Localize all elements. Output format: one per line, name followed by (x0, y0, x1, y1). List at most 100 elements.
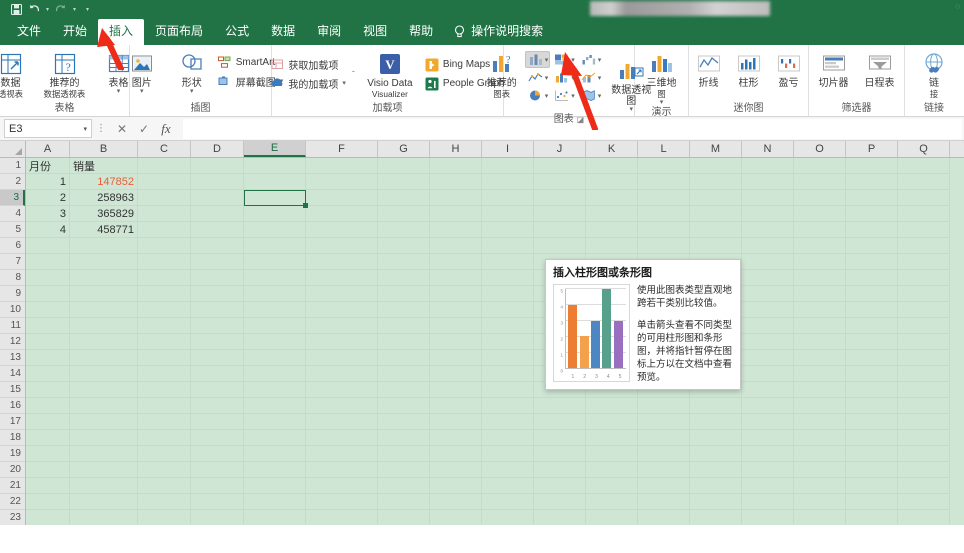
redo-dropdown-caret[interactable]: ▾ (71, 6, 78, 13)
tab-formulas[interactable]: 公式 (214, 19, 260, 45)
pie-chart-caret-icon[interactable]: ▾ (545, 92, 549, 100)
cell-C20[interactable] (138, 462, 191, 478)
cell-G15[interactable] (378, 382, 430, 398)
column-header-c[interactable]: C (138, 141, 191, 157)
cell-J16[interactable] (534, 398, 586, 414)
cell-F3[interactable] (306, 190, 378, 206)
cell-L1[interactable] (638, 158, 690, 174)
cell-O16[interactable] (794, 398, 846, 414)
row-header-10[interactable]: 10 (0, 302, 25, 318)
cell-F6[interactable] (306, 238, 378, 254)
cell-H7[interactable] (430, 254, 482, 270)
cell-P13[interactable] (846, 350, 898, 366)
redo-icon[interactable] (53, 2, 69, 17)
cell-L21[interactable] (638, 478, 690, 494)
cell-I1[interactable] (482, 158, 534, 174)
cell-N6[interactable] (742, 238, 794, 254)
cell-K16[interactable] (586, 398, 638, 414)
cell-H18[interactable] (430, 430, 482, 446)
cell-F1[interactable] (306, 158, 378, 174)
cell-Q7[interactable] (898, 254, 950, 270)
cell-K21[interactable] (586, 478, 638, 494)
cell-D21[interactable] (191, 478, 244, 494)
cell-O22[interactable] (794, 494, 846, 510)
cell-F8[interactable] (306, 270, 378, 286)
cell-Q16[interactable] (898, 398, 950, 414)
cell-F11[interactable] (306, 318, 378, 334)
cell-P1[interactable] (846, 158, 898, 174)
cell-M18[interactable] (690, 430, 742, 446)
column-header-i[interactable]: I (482, 141, 534, 157)
cell-B5[interactable]: 458771 (70, 222, 138, 238)
cell-B1[interactable]: 销量 (70, 158, 138, 174)
cell-D20[interactable] (191, 462, 244, 478)
cell-I19[interactable] (482, 446, 534, 462)
cell-D2[interactable] (191, 174, 244, 190)
cell-B14[interactable] (70, 366, 138, 382)
cell-N19[interactable] (742, 446, 794, 462)
cell-Q9[interactable] (898, 286, 950, 302)
cell-N21[interactable] (742, 478, 794, 494)
shapes-caret-icon[interactable]: ▾ (182, 88, 202, 95)
column-header-q[interactable]: Q (898, 141, 950, 157)
get-addins-button[interactable]: 获取加载项 (270, 56, 346, 73)
cell-C18[interactable] (138, 430, 191, 446)
row-header-6[interactable]: 6 (0, 238, 25, 254)
cell-K3[interactable] (586, 190, 638, 206)
column-header-e[interactable]: E (244, 141, 306, 157)
cell-H13[interactable] (430, 350, 482, 366)
tab-home[interactable]: 开始 (52, 19, 98, 45)
recommended-pivot-table-button[interactable]: ? 推荐的 数据透视表 (37, 50, 93, 100)
cell-A6[interactable] (26, 238, 70, 254)
cell-C23[interactable] (138, 510, 191, 525)
cell-D8[interactable] (191, 270, 244, 286)
row-header-17[interactable]: 17 (0, 414, 25, 430)
cell-K6[interactable] (586, 238, 638, 254)
cell-C5[interactable] (138, 222, 191, 238)
cell-E11[interactable] (244, 318, 306, 334)
cell-P2[interactable] (846, 174, 898, 190)
cell-E8[interactable] (244, 270, 306, 286)
cell-O18[interactable] (794, 430, 846, 446)
cell-K18[interactable] (586, 430, 638, 446)
cell-I20[interactable] (482, 462, 534, 478)
cell-M19[interactable] (690, 446, 742, 462)
column-header-a[interactable]: A (26, 141, 70, 157)
cell-L4[interactable] (638, 206, 690, 222)
cell-A5[interactable]: 4 (26, 222, 70, 238)
cell-I17[interactable] (482, 414, 534, 430)
cell-B15[interactable] (70, 382, 138, 398)
cell-Q10[interactable] (898, 302, 950, 318)
cell-O14[interactable] (794, 366, 846, 382)
recommended-charts-button[interactable]: ? 推荐的 图表 (482, 50, 522, 100)
cell-P5[interactable] (846, 222, 898, 238)
row-header-7[interactable]: 7 (0, 254, 25, 270)
cell-O20[interactable] (794, 462, 846, 478)
cell-H15[interactable] (430, 382, 482, 398)
cell-K4[interactable] (586, 206, 638, 222)
cell-H10[interactable] (430, 302, 482, 318)
cell-Q20[interactable] (898, 462, 950, 478)
cell-P12[interactable] (846, 334, 898, 350)
column-header-n[interactable]: N (742, 141, 794, 157)
cell-A4[interactable]: 3 (26, 206, 70, 222)
cell-M1[interactable] (690, 158, 742, 174)
row-header-2[interactable]: 2 (0, 174, 25, 190)
cell-G16[interactable] (378, 398, 430, 414)
row-header-18[interactable]: 18 (0, 430, 25, 446)
cell-D10[interactable] (191, 302, 244, 318)
pictures-caret-icon[interactable]: ▾ (132, 88, 152, 95)
scatter-chart-caret-icon[interactable]: ▾ (571, 92, 575, 100)
select-all-corner[interactable] (0, 141, 26, 157)
cell-N3[interactable] (742, 190, 794, 206)
cell-O4[interactable] (794, 206, 846, 222)
cell-M5[interactable] (690, 222, 742, 238)
row-header-16[interactable]: 16 (0, 398, 25, 414)
cell-G12[interactable] (378, 334, 430, 350)
cell-A18[interactable] (26, 430, 70, 446)
tab-insert[interactable]: 插入 (98, 19, 145, 45)
cell-D7[interactable] (191, 254, 244, 270)
cell-G13[interactable] (378, 350, 430, 366)
cell-E16[interactable] (244, 398, 306, 414)
cell-H23[interactable] (430, 510, 482, 525)
